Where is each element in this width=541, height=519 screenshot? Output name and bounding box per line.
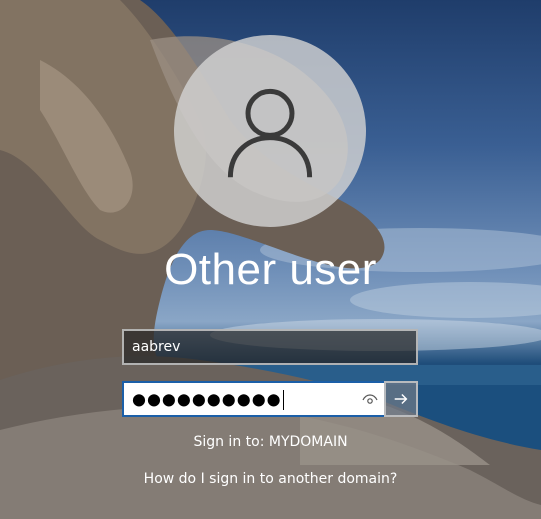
user-display-name: Other user (164, 245, 377, 294)
user-avatar (174, 35, 366, 227)
password-masked-value: ●●●●●●●●●● (132, 389, 282, 409)
other-domain-help-link[interactable]: How do I sign in to another domain? (0, 471, 541, 487)
password-field[interactable]: ●●●●●●●●●● (122, 381, 384, 417)
username-value: aabrev (132, 339, 181, 355)
sign-in-domain-text: Sign in to: MYDOMAIN (193, 434, 348, 450)
lock-screen: Other user aabrev ●●●●●●●●●● Sign in to:… (0, 0, 541, 519)
password-row: ●●●●●●●●●● (122, 381, 418, 417)
eye-icon[interactable] (362, 392, 378, 408)
text-caret (282, 389, 284, 410)
username-field[interactable]: aabrev (122, 329, 418, 365)
submit-button[interactable] (384, 381, 418, 417)
arrow-right-icon (394, 393, 408, 405)
user-silhouette-icon (227, 88, 313, 178)
